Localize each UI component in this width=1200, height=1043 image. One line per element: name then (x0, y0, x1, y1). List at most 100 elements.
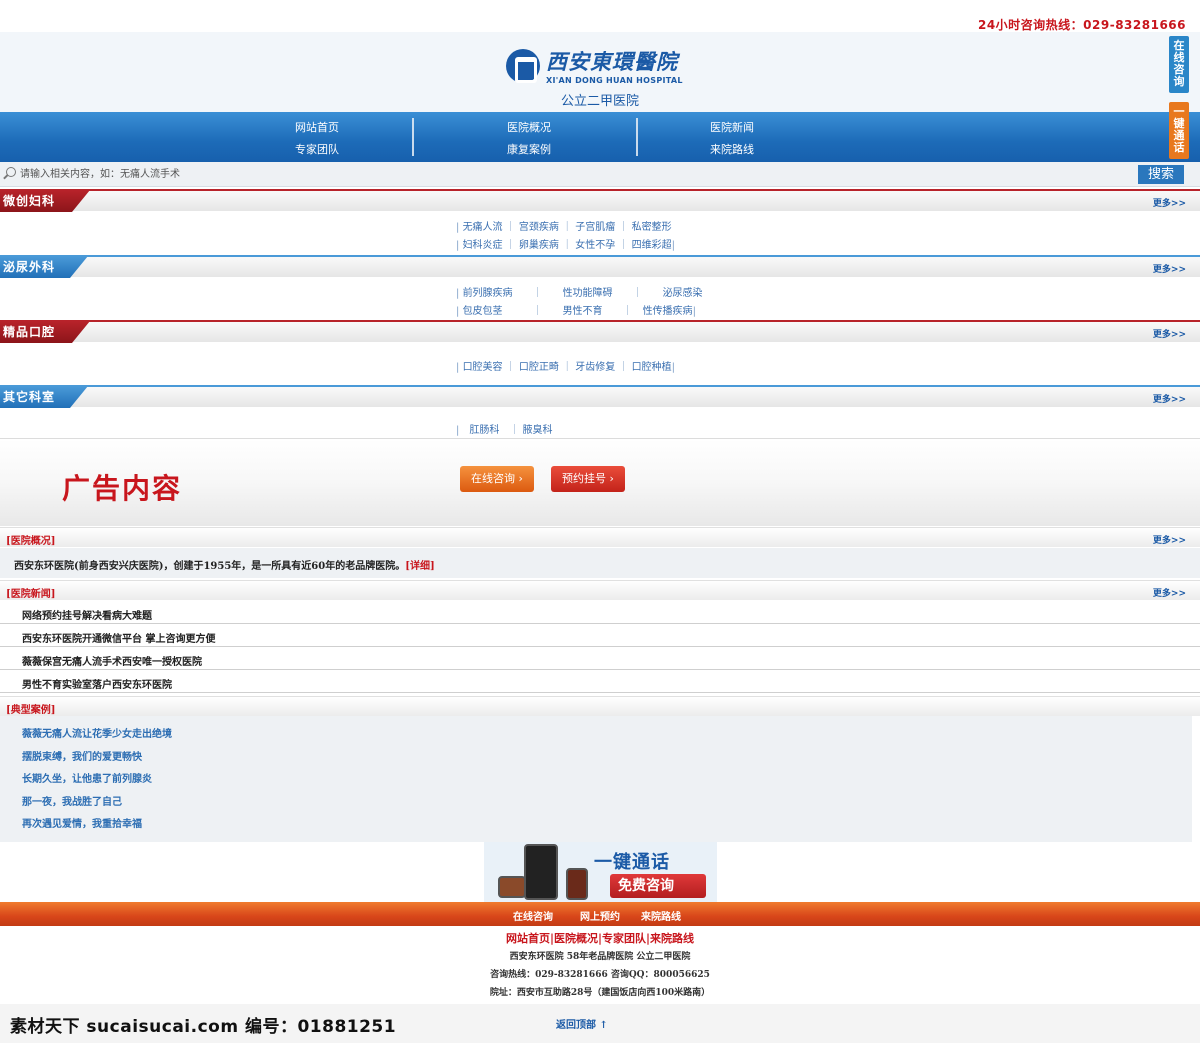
ad-online-consult-button[interactable]: 在线咨询 › (460, 466, 534, 492)
more-link[interactable]: 更多>> (1153, 533, 1186, 546)
nav-news[interactable]: 医院新闻 (710, 119, 754, 135)
link-row: | 包皮包茎 ｜ 男性不育 ｜ 性传播疾病| (456, 306, 696, 317)
logo-english-name: XI'AN DONG HUAN HOSPITAL (546, 76, 683, 85)
news-header: [医院新闻] 更多>> (0, 580, 1200, 600)
news-item[interactable]: 西安东环医院开通微信平台 掌上咨询更方便 (0, 624, 1200, 647)
nav-experts[interactable]: 专家团队 (295, 141, 339, 157)
dept-link[interactable]: 四维彩超 (632, 240, 672, 251)
phone-icon (498, 876, 526, 898)
cases-header: [典型案例] (0, 696, 1200, 716)
footer-links: 网站首页|医院概况|专家团队|来院路线 (505, 932, 695, 945)
hospital-grade: 公立二甲医院 (560, 94, 639, 109)
section-header-urology: 泌尿外科 更多>> (0, 255, 1200, 277)
dept-link[interactable]: 妇科炎症 (463, 240, 503, 251)
search-bar: 搜索 (0, 162, 1200, 187)
dept-link[interactable]: 女性不孕 (575, 240, 615, 251)
footer-online-booking[interactable]: 网上预约 (580, 908, 620, 923)
nav-home[interactable]: 网站首页 (295, 119, 339, 135)
more-link[interactable]: 更多>> (1153, 586, 1186, 599)
watermark: 素材天下 sucaisucai.com 编号：01881251 (10, 1017, 397, 1037)
footer-link[interactable]: 网站首页 (506, 932, 550, 945)
search-button[interactable]: 搜索 (1138, 165, 1184, 184)
section-header-dental: 精品口腔 更多>> (0, 320, 1200, 342)
overview-intro: 西安东环医院(前身西安兴庆医院)，创建于1955年，是一所具有近60年的老品牌医… (0, 548, 1200, 578)
ad-banner: 广告内容 在线咨询 › 预约挂号 › (0, 438, 1200, 526)
nav-divider (636, 118, 638, 156)
section-header-other: 其它科室 更多>> (0, 385, 1200, 407)
dept-link[interactable]: 包皮包茎 (463, 306, 503, 317)
more-link[interactable]: 更多>> (1153, 196, 1186, 209)
search-input[interactable] (20, 165, 1120, 183)
footer-bar: 在线咨询 网上预约 来院路线 (0, 902, 1200, 926)
dept-link[interactable]: 口腔种植 (632, 362, 672, 373)
hotline: 24小时咨询热线：029-83281666 (977, 18, 1186, 32)
nav-overview[interactable]: 医院概况 (507, 119, 551, 135)
dept-link[interactable]: 泌尿感染 (663, 288, 703, 299)
footer-hotline: 咨询热线：029-83281666 咨询QQ：800056625 (490, 970, 710, 980)
footer-link[interactable]: 来院路线 (650, 932, 694, 945)
cases-list: 薇薇无痛人流让花季少女走出绝境 摆脱束缚，我们的爱更畅快 长期久坐，让他患了前列… (0, 716, 1192, 842)
footer-link[interactable]: 专家团队 (602, 932, 646, 945)
dept-link[interactable]: 腋臭科 (523, 425, 553, 436)
float-online-consult-button[interactable]: 在线咨询 (1169, 36, 1189, 93)
dept-link[interactable]: 性功能障碍 (563, 288, 613, 299)
link-row: | 无痛人流 ｜ 宫颈疾病 ｜ 子宫肌瘤 ｜ 私密整形 (456, 222, 672, 233)
case-item[interactable]: 长期久坐，让他患了前列腺炎 (22, 770, 152, 785)
one-click-call-banner[interactable]: 一键通话 免费咨询 (484, 842, 717, 902)
link-row: | 前列腺疾病 ｜ 性功能障碍 ｜ 泌尿感染 (456, 288, 703, 299)
dept-link[interactable]: 口腔正畸 (519, 362, 559, 373)
dept-link[interactable]: 牙齿修复 (575, 362, 615, 373)
header: 西安東環醫院 XI'AN DONG HUAN HOSPITAL 公立二甲医院 (0, 32, 1200, 112)
more-link[interactable]: 更多>> (1153, 327, 1186, 340)
news-item[interactable]: 网络预约挂号解决看病大难题 (0, 601, 1200, 624)
logo-emblem-icon (506, 48, 540, 83)
back-to-top-link[interactable]: 返回顶部 ↑ (556, 1016, 608, 1031)
dept-link[interactable]: 私密整形 (632, 222, 672, 233)
dept-link[interactable]: 肛肠科 (469, 425, 499, 436)
section-title: 精品口腔 (0, 321, 90, 343)
dept-link[interactable]: 卵巢疾病 (519, 240, 559, 251)
overview-text: 西安东环医院(前身西安兴庆医院)，创建于1955年，是一所具有近60年的老品牌医… (14, 561, 406, 572)
dept-link[interactable]: 男性不育 (563, 306, 603, 317)
case-item[interactable]: 摆脱束缚，我们的爱更畅快 (22, 748, 142, 763)
nav-cases[interactable]: 康复案例 (507, 141, 551, 157)
link-row: | 口腔美容 ｜ 口腔正畸 ｜ 牙齿修复 ｜ 口腔种植| (456, 362, 676, 373)
more-link[interactable]: 更多>> (1153, 262, 1186, 275)
dept-link[interactable]: 宫颈疾病 (519, 222, 559, 233)
hospital-logo[interactable]: 西安東環醫院 XI'AN DONG HUAN HOSPITAL (506, 46, 683, 85)
section-title: 泌尿外科 (0, 256, 88, 278)
detail-link[interactable]: [详细] (405, 561, 434, 572)
nav-route[interactable]: 来院路线 (710, 141, 754, 157)
footer-online-consult[interactable]: 在线咨询 (513, 908, 553, 923)
phone-icon (566, 868, 588, 900)
case-item[interactable]: 再次遇见爱情，我重拾幸福 (22, 815, 142, 830)
top-bar: 24小时咨询热线：029-83281666 (0, 0, 1200, 32)
footer-address: 院址：西安市互助路28号（建国饭店向西100米路南） (489, 988, 711, 998)
dept-link[interactable]: 性传播疾病 (643, 306, 693, 317)
news-item[interactable]: 薇薇保宫无痛人流手术西安唯一授权医院 (0, 647, 1200, 670)
search-icon (6, 167, 16, 177)
page: 24小时咨询热线：029-83281666 西安東環醫院 XI'AN DONG … (0, 0, 1200, 1043)
logo-chinese-name: 西安東環醫院 (546, 49, 678, 74)
dept-link[interactable]: 子宫肌瘤 (575, 222, 615, 233)
free-consult-button[interactable]: 免费咨询 (610, 874, 706, 898)
dept-link[interactable]: 前列腺疾病 (463, 288, 513, 299)
ad-register-button[interactable]: 预约挂号 › (551, 466, 625, 492)
case-item[interactable]: 那一夜，我战胜了自己 (22, 793, 122, 808)
call-banner-title: 一键通话 (594, 852, 670, 873)
case-item[interactable]: 薇薇无痛人流让花季少女走出绝境 (22, 725, 172, 740)
float-one-click-call-button[interactable]: 一键通话 (1169, 102, 1189, 159)
link-row: | 肛肠科 ｜ 腋臭科 (456, 425, 553, 436)
more-link[interactable]: 更多>> (1153, 392, 1186, 405)
footer-route[interactable]: 来院路线 (641, 908, 681, 923)
dept-link[interactable]: 无痛人流 (463, 222, 503, 233)
dept-link[interactable]: 口腔美容 (463, 362, 503, 373)
ad-text: 广告内容 (62, 472, 183, 505)
news-item[interactable]: 男性不育实验室落户西安东环医院 (0, 670, 1200, 693)
footer-link[interactable]: 医院概况 (554, 932, 598, 945)
main-nav: 网站首页 医院概况 医院新闻 专家团队 康复案例 来院路线 (0, 112, 1200, 162)
phone-icon (524, 844, 558, 900)
cases-title: [典型案例] (6, 705, 56, 716)
watermark-bar: 素材天下 sucaisucai.com 编号：01881251 返回顶部 ↑ (0, 1004, 1200, 1043)
overview-title: [医院概况] (6, 536, 56, 547)
